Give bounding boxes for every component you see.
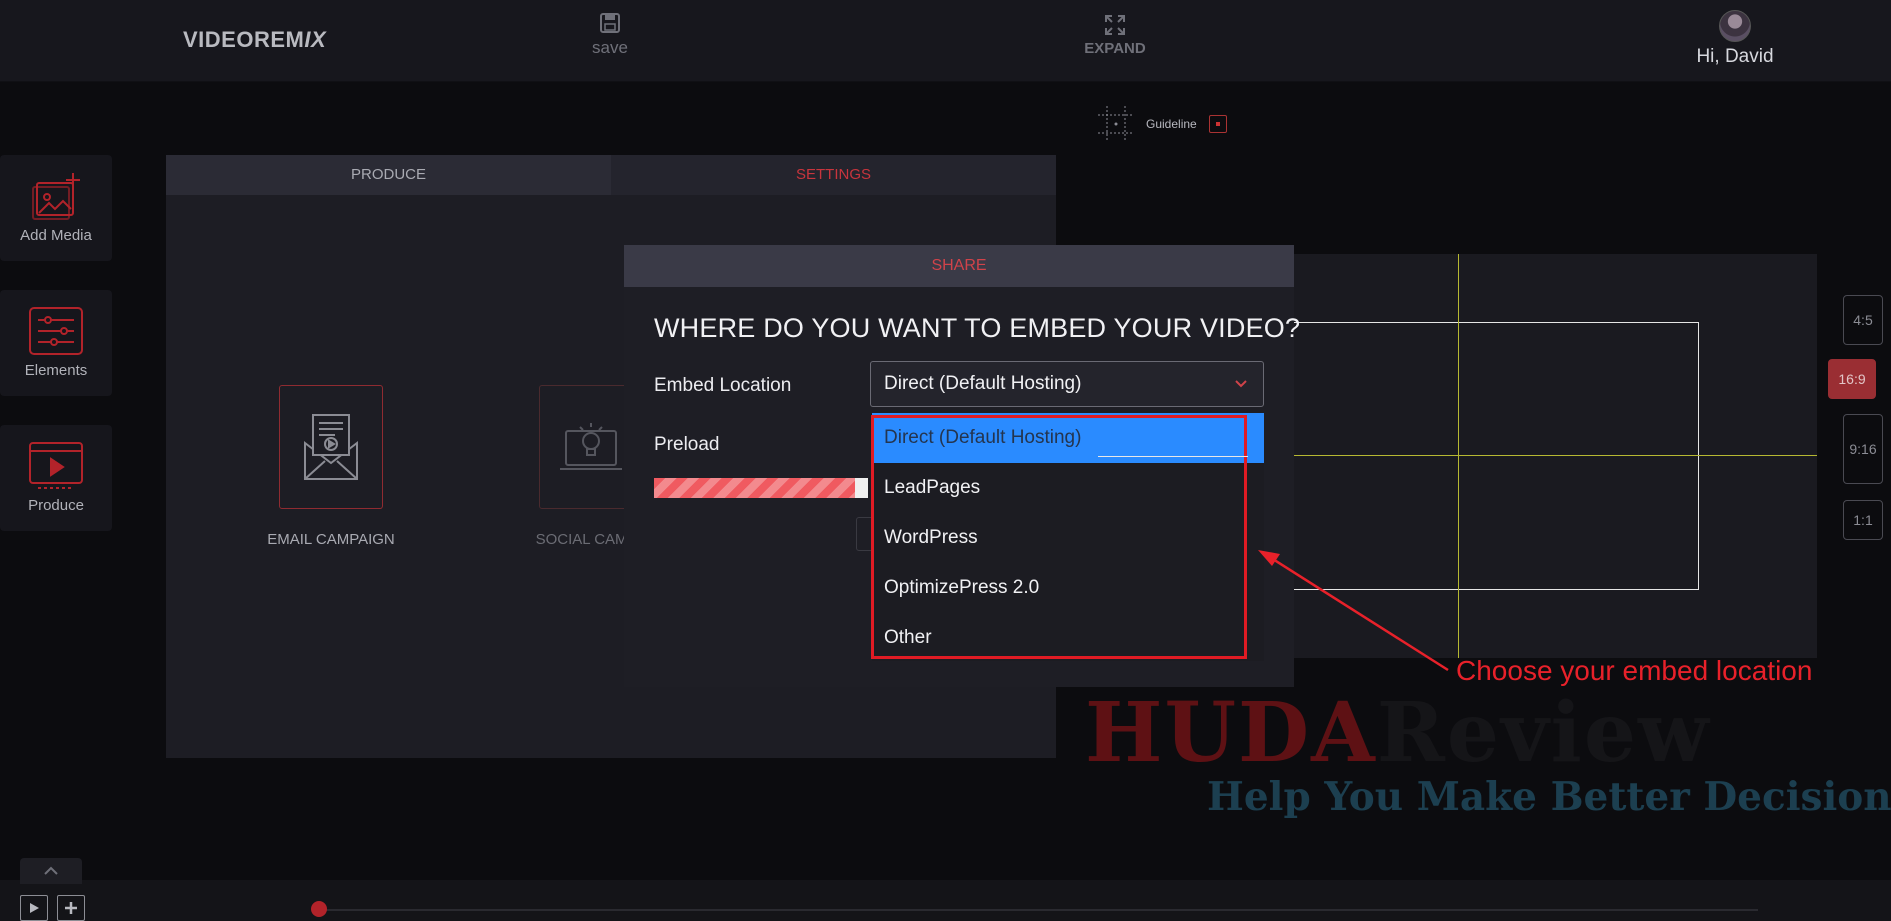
ratio-16-9-button[interactable]: 16:9: [1828, 359, 1876, 399]
app-logo[interactable]: VIDEOREMIX: [183, 27, 326, 53]
ratio-1-1-button[interactable]: 1:1: [1843, 500, 1883, 540]
collapse-timeline-button[interactable]: [20, 858, 82, 884]
timeline-bar: [0, 880, 1891, 921]
sidebar-item-elements[interactable]: Elements: [0, 290, 112, 396]
dialog-title: SHARE: [624, 245, 1294, 287]
play-icon: [30, 903, 39, 913]
embed-location-label: Embed Location: [654, 375, 792, 396]
sidebar-item-label: Add Media: [20, 227, 92, 244]
annotation-highlight-box: [871, 415, 1247, 659]
annotation-text: Choose your embed location: [1456, 655, 1813, 686]
play-screen-icon: [29, 442, 83, 489]
guideline-grid-icon: [1098, 106, 1134, 142]
save-icon: [600, 13, 620, 33]
embed-location-value: Direct (Default Hosting): [884, 373, 1082, 394]
embed-location-select[interactable]: Direct (Default Hosting): [870, 361, 1264, 407]
preload-progress-bar: [654, 478, 868, 498]
guideline-toggle[interactable]: Guideline: [1098, 106, 1227, 142]
email-video-icon: [304, 414, 358, 480]
sidebar-item-add-media[interactable]: Add Media: [0, 155, 112, 261]
sidebar-item-label: Produce: [28, 497, 84, 514]
guide-line-vertical: [1458, 254, 1459, 658]
guideline-label: Guideline: [1146, 117, 1197, 131]
sliders-icon: [29, 307, 83, 355]
tab-produce[interactable]: PRODUCE: [166, 155, 611, 195]
user-menu[interactable]: Hi, David: [1680, 10, 1790, 68]
ratio-4-5-button[interactable]: 4:5: [1843, 295, 1883, 345]
sidebar-item-produce[interactable]: Produce: [0, 425, 112, 531]
sidebar-item-label: Elements: [24, 362, 88, 379]
campaign-label: EMAIL CAMPAIGN: [267, 531, 395, 548]
chevron-down-icon: [1219, 362, 1263, 406]
top-bar: VIDEOREMIX save EXPAND Hi, David: [0, 0, 1891, 82]
expand-button[interactable]: EXPAND: [1070, 14, 1160, 57]
play-button[interactable]: [20, 895, 48, 921]
timeline-track[interactable]: [318, 909, 1758, 911]
panel-tabs: PRODUCE SETTINGS: [166, 155, 1056, 195]
save-button[interactable]: save: [580, 12, 640, 58]
ratio-9-16-button[interactable]: 9:16: [1843, 414, 1883, 484]
email-campaign-card[interactable]: EMAIL CAMPAIGN: [256, 385, 406, 548]
watermark-title: HUDAReview: [1085, 685, 1711, 781]
frame-center-line: [1098, 456, 1248, 457]
avatar: [1719, 10, 1751, 42]
playhead-handle[interactable]: [311, 901, 327, 917]
embed-question: WHERE DO YOU WANT TO EMBED YOUR VIDEO?: [654, 313, 1301, 343]
laptop-bulb-icon: [560, 423, 622, 470]
guideline-checkbox[interactable]: [1208, 115, 1227, 133]
user-greeting: Hi, David: [1696, 46, 1774, 67]
add-media-icon: [32, 173, 80, 220]
tab-settings[interactable]: SETTINGS: [611, 155, 1056, 195]
watermark-subtitle: Help You Make Better Decisions: [1207, 774, 1891, 820]
preload-label: Preload: [654, 434, 720, 455]
add-track-button[interactable]: [57, 895, 85, 921]
plus-icon: [65, 902, 77, 914]
chevron-up-icon: [44, 866, 58, 875]
expand-icon: [1105, 15, 1125, 35]
